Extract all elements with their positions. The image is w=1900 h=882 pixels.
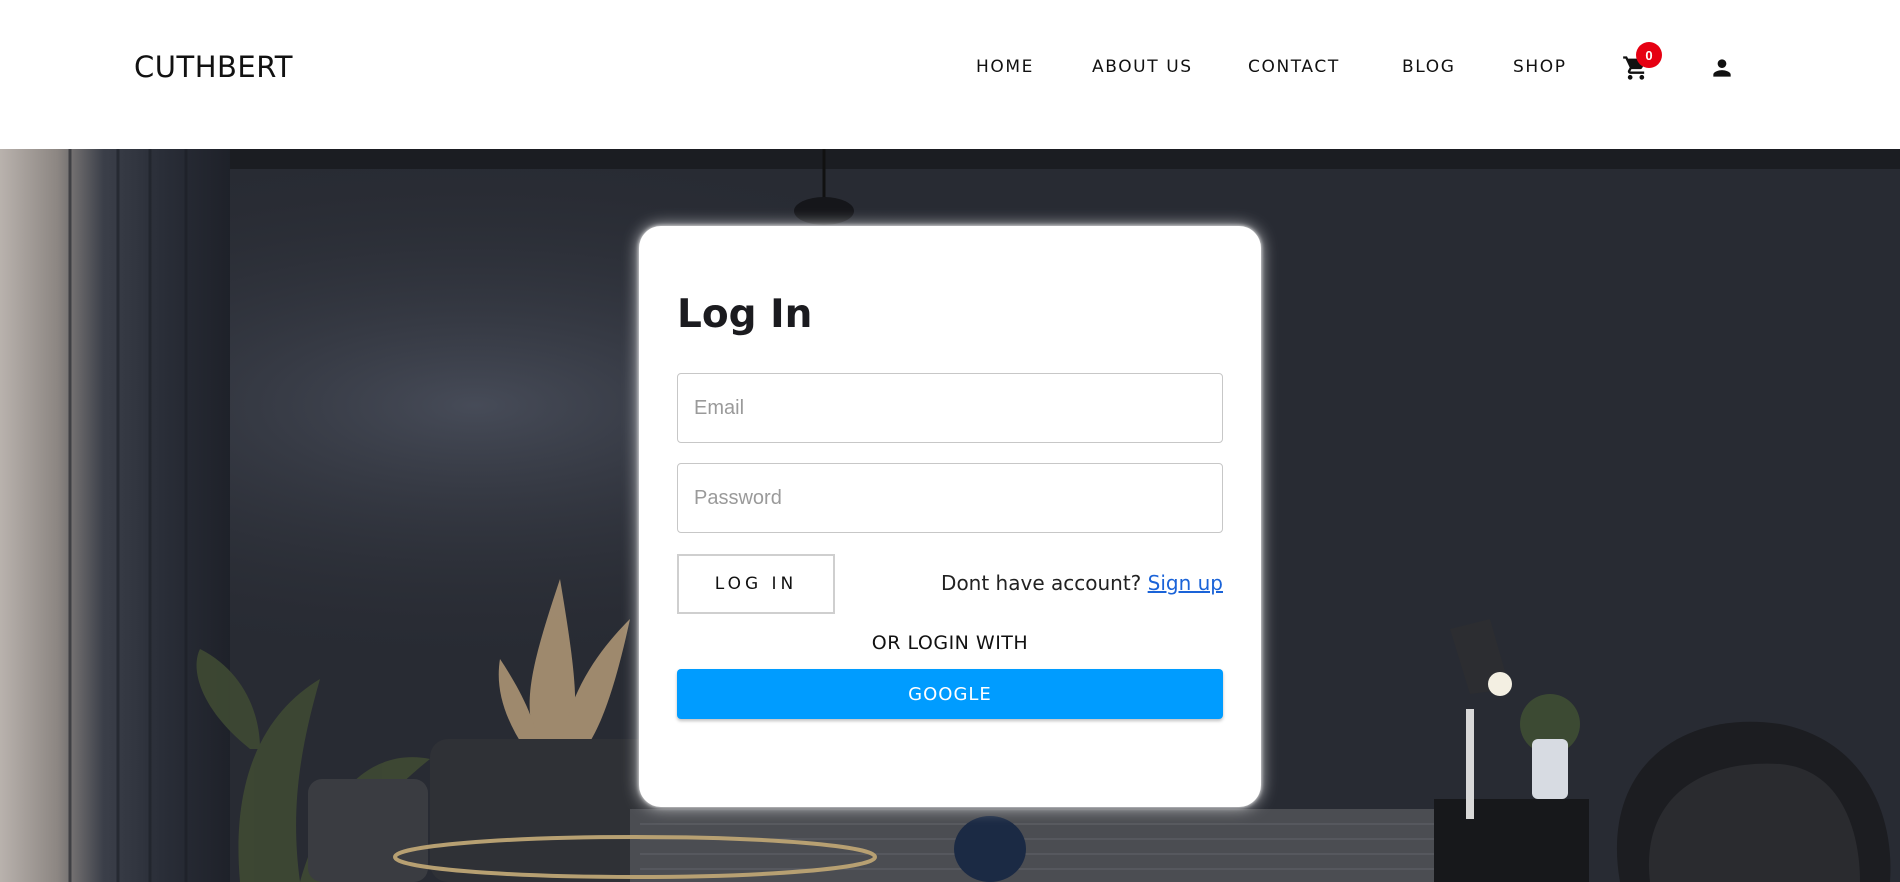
nav-shop[interactable]: SHOP bbox=[1513, 57, 1567, 77]
nav-links: HOME ABOUT US CONTACT BLOG SHOP bbox=[0, 0, 1900, 134]
signup-prompt: Dont have account? Sign up bbox=[941, 571, 1223, 595]
nav-contact[interactable]: CONTACT bbox=[1248, 57, 1340, 77]
cart-count-badge: 0 bbox=[1636, 42, 1662, 68]
login-card: Log In LOG IN Dont have account? Sign up… bbox=[639, 226, 1261, 807]
email-field[interactable] bbox=[677, 373, 1223, 443]
navbar: CUTHBERT HOME ABOUT US CONTACT BLOG SHOP… bbox=[0, 0, 1900, 149]
google-login-button[interactable]: GOOGLE bbox=[677, 669, 1223, 719]
user-icon[interactable] bbox=[1709, 55, 1735, 81]
password-field[interactable] bbox=[677, 463, 1223, 533]
login-title: Log In bbox=[677, 292, 813, 337]
sign-up-link[interactable]: Sign up bbox=[1148, 571, 1223, 595]
nav-about-us[interactable]: ABOUT US bbox=[1092, 57, 1193, 77]
signup-prompt-text: Dont have account? bbox=[941, 571, 1142, 595]
nav-home[interactable]: HOME bbox=[976, 57, 1034, 77]
nav-blog[interactable]: BLOG bbox=[1402, 57, 1455, 77]
log-in-button[interactable]: LOG IN bbox=[677, 554, 835, 614]
or-login-with-label: OR LOGIN WITH bbox=[871, 632, 1029, 654]
